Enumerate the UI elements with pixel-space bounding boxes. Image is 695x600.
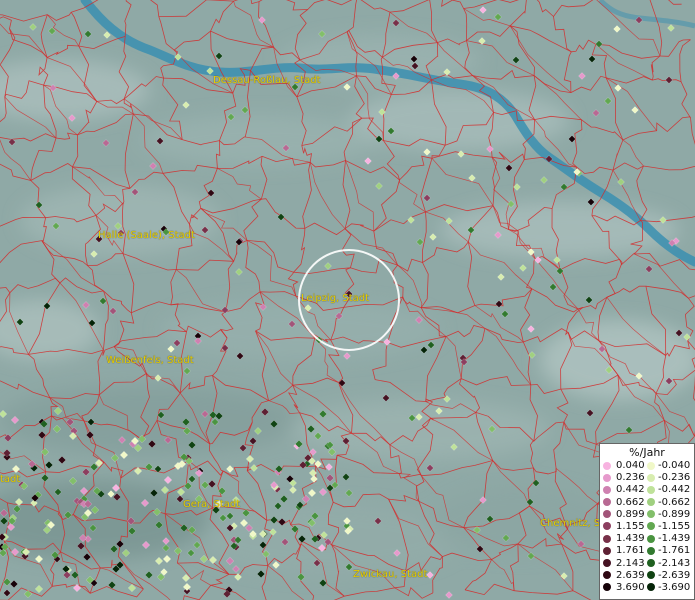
- legend-swatch-positive: [603, 473, 611, 482]
- legend-swatch-negative: [647, 534, 655, 543]
- legend-swatch-positive: [603, 498, 611, 507]
- city-label-partial-left[interactable]: tadt: [0, 474, 20, 485]
- legend-swatch-positive: [603, 559, 611, 567]
- legend-value-negative: -0.899: [658, 508, 691, 520]
- city-label-halle[interactable]: Halle (Saale), Stadt: [98, 230, 195, 241]
- legend-value-positive: 0.040: [616, 460, 645, 471]
- legend-swatch-positive: [603, 546, 611, 555]
- legend-swatch-positive: [603, 534, 611, 543]
- legend-swatch-positive: [603, 522, 611, 531]
- legend-value-positive: 0.662: [616, 496, 645, 508]
- legend-swatch-positive: [603, 571, 611, 580]
- legend-swatch-positive: [603, 510, 611, 519]
- legend-title: %/Jahr: [629, 446, 665, 459]
- legend-swatch-negative: [647, 583, 655, 592]
- legend-row: 2.639 -2.639: [600, 570, 694, 582]
- legend-row: 0.899 -0.899: [600, 509, 694, 521]
- legend-swatch-negative: [647, 510, 655, 519]
- legend-panel: %/Jahr 0.040 -0.040 0.236 -0.236 0.442 -0.442…: [599, 443, 695, 600]
- legend-row: 1.155 -1.155: [600, 521, 694, 533]
- legend-swatch-negative: [647, 473, 655, 482]
- legend-value-negative: -3.690: [658, 581, 691, 593]
- legend-swatch-negative: [647, 546, 655, 555]
- legend-value-negative: -1.439: [658, 533, 691, 545]
- legend-value-negative: -0.662: [658, 496, 691, 508]
- legend-value-positive: 2.639: [616, 569, 645, 581]
- legend-value-negative: -1.155: [658, 520, 691, 532]
- legend-value-negative: -0.040: [658, 460, 691, 471]
- legend-swatch-positive: [603, 485, 611, 494]
- legend-row: 0.442 -0.442: [600, 484, 694, 496]
- legend-row: 1.439 -1.439: [600, 533, 694, 545]
- legend-value-positive: 0.442: [616, 484, 645, 496]
- legend-swatch-negative: [647, 559, 655, 567]
- legend-swatch-negative: [647, 522, 655, 531]
- legend-row: 0.040 -0.040: [600, 460, 694, 472]
- legend-value-positive: 0.236: [616, 472, 645, 484]
- legend-value-positive: 1.439: [616, 533, 645, 545]
- city-label-gera[interactable]: Gera, Stadt: [183, 499, 240, 510]
- legend-row: 0.236 -0.236: [600, 472, 694, 484]
- legend-value-negative: -0.236: [658, 472, 691, 484]
- legend-swatch-negative: [647, 498, 655, 507]
- legend-swatch-positive: [603, 583, 611, 592]
- legend-value-positive: 1.761: [616, 545, 645, 557]
- legend-swatch-positive: [603, 461, 611, 470]
- legend-swatch-negative: [647, 485, 655, 494]
- city-label-dessau[interactable]: Dessau-Roßlau, Stadt: [213, 75, 321, 86]
- legend-value-positive: 1.155: [616, 520, 645, 532]
- legend-rows: 0.040 -0.040 0.236 -0.236 0.442 -0.442 0.662 -0…: [600, 460, 694, 594]
- legend-row: 1.761 -1.761: [600, 545, 694, 557]
- legend-swatch-negative: [647, 571, 655, 580]
- legend-value-positive: 0.899: [616, 508, 645, 520]
- legend-value-negative: -1.761: [658, 545, 691, 557]
- legend-row: 0.662 -0.662: [600, 497, 694, 509]
- city-label-chemnitz[interactable]: Chemnitz, S: [540, 518, 600, 529]
- legend-row: 3.690 -3.690: [600, 582, 694, 594]
- legend-value-negative: -0.442: [658, 484, 691, 496]
- legend-swatch-negative: [647, 461, 655, 470]
- city-label-zwickau[interactable]: Zwickau, Stadt: [353, 569, 427, 580]
- legend-value-positive: 3.690: [616, 581, 645, 593]
- city-label-leipzig[interactable]: Leipzig, Stadt: [301, 293, 369, 304]
- legend-value-positive: 2.143: [616, 557, 645, 569]
- legend-value-negative: -2.143: [658, 557, 691, 569]
- map-view[interactable]: Dessau-Roßlau, Stadt Halle (Saale), Stad…: [0, 0, 695, 600]
- legend-row: 2.143 -2.143: [600, 558, 694, 570]
- legend-value-negative: -2.639: [658, 569, 691, 581]
- city-label-weissenfels[interactable]: Weißenfels, Stadt: [106, 355, 194, 366]
